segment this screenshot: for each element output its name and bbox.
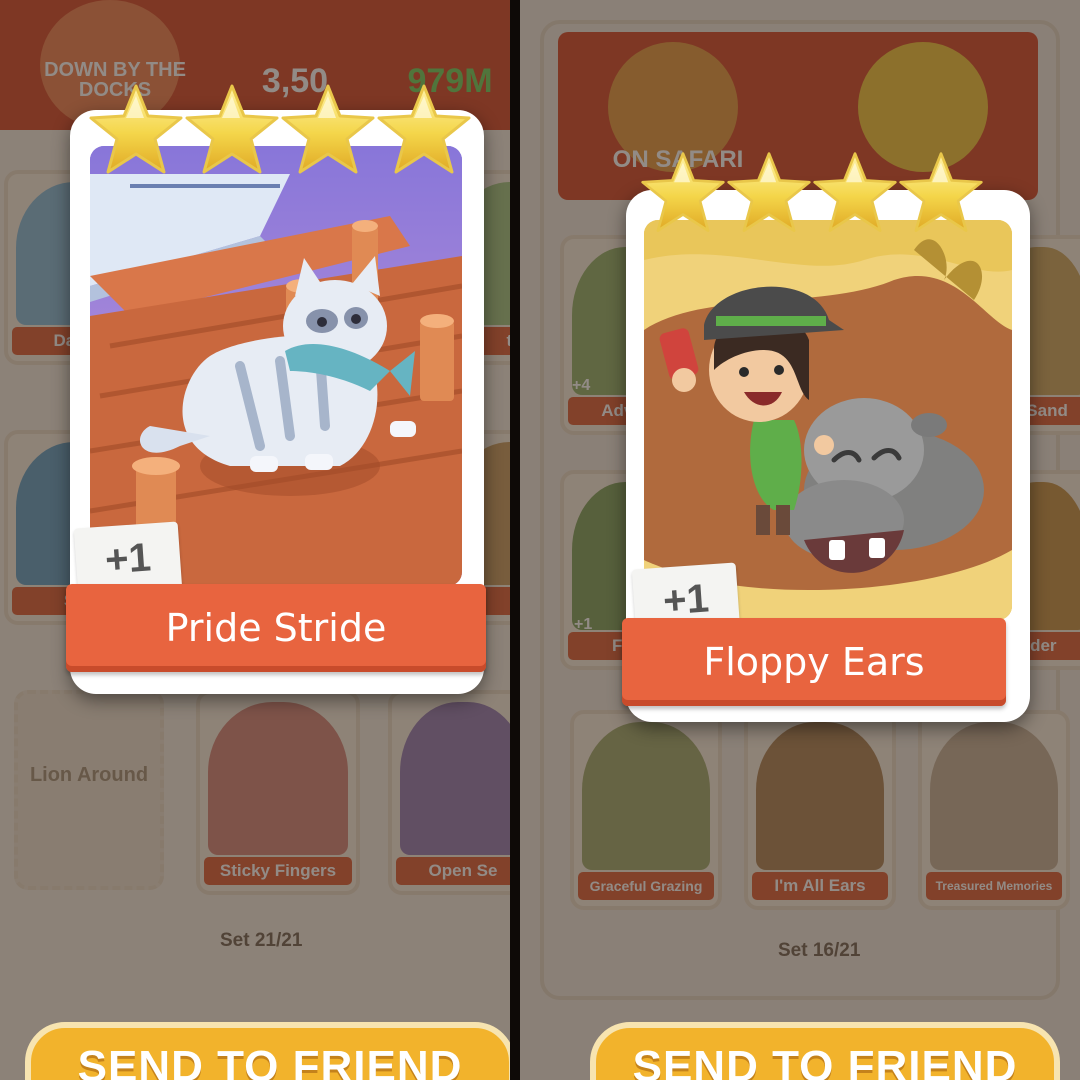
locked-card[interactable]: Lion Around	[14, 690, 164, 890]
card-name-ribbon: Floppy Ears	[622, 618, 1006, 706]
right-screenshot: ON SAFARI +4 Advent e Sand +1 Flop rder …	[520, 0, 1080, 1080]
album-card[interactable]: Graceful Grazing	[570, 710, 722, 910]
card-label: Graceful Grazing	[578, 872, 714, 900]
star-icon	[86, 82, 186, 178]
star-rating	[638, 150, 982, 236]
explorer-with-hippo-illustration	[644, 220, 1012, 620]
set-count: Set 16/21	[778, 940, 861, 961]
star-icon	[724, 150, 814, 236]
card-label: I'm All Ears	[752, 872, 888, 900]
album-card[interactable]: Sticky Fingers	[196, 690, 360, 895]
album-card[interactable]: I'm All Ears	[744, 710, 896, 910]
star-icon	[278, 82, 378, 178]
left-screenshot: DOWN BY THE DOCKS 3,50 979M Day at tri S…	[0, 0, 510, 1080]
card-illustration	[90, 146, 462, 586]
screen: DOWN BY THE DOCKS 3,50 979M Day at tri S…	[0, 0, 1080, 1080]
card-art	[930, 722, 1058, 870]
star-rating	[86, 82, 470, 178]
send-to-friend-button[interactable]: SEND TO FRIEND	[25, 1022, 510, 1080]
cat-on-dock-illustration	[90, 146, 462, 586]
star-icon	[896, 150, 986, 236]
card-count: +4	[572, 377, 591, 394]
card-label: Open Se	[396, 857, 510, 885]
star-icon	[182, 82, 282, 178]
card-label: Treasured Memories	[926, 872, 1062, 900]
card-name-ribbon: Pride Stride	[66, 584, 486, 672]
card-illustration	[644, 220, 1012, 620]
album-card[interactable]: Open Se	[388, 690, 510, 895]
card-art	[582, 722, 710, 870]
set-count: Set 21/21	[220, 930, 303, 951]
locked-card-name: Lion Around	[29, 764, 149, 786]
star-icon	[374, 82, 474, 178]
card-art	[756, 722, 884, 870]
star-icon	[638, 150, 728, 236]
album-card[interactable]: Treasured Memories	[918, 710, 1070, 910]
panel-divider	[510, 0, 520, 1080]
card-label: Sticky Fingers	[204, 857, 352, 885]
featured-card[interactable]: +1 Floppy Ears	[622, 190, 1030, 722]
star-icon	[810, 150, 900, 236]
featured-card[interactable]: +1 Pride Stride	[66, 110, 486, 694]
send-to-friend-button[interactable]: SEND TO FRIEND	[590, 1022, 1060, 1080]
card-art	[208, 702, 348, 855]
card-art	[400, 702, 510, 855]
